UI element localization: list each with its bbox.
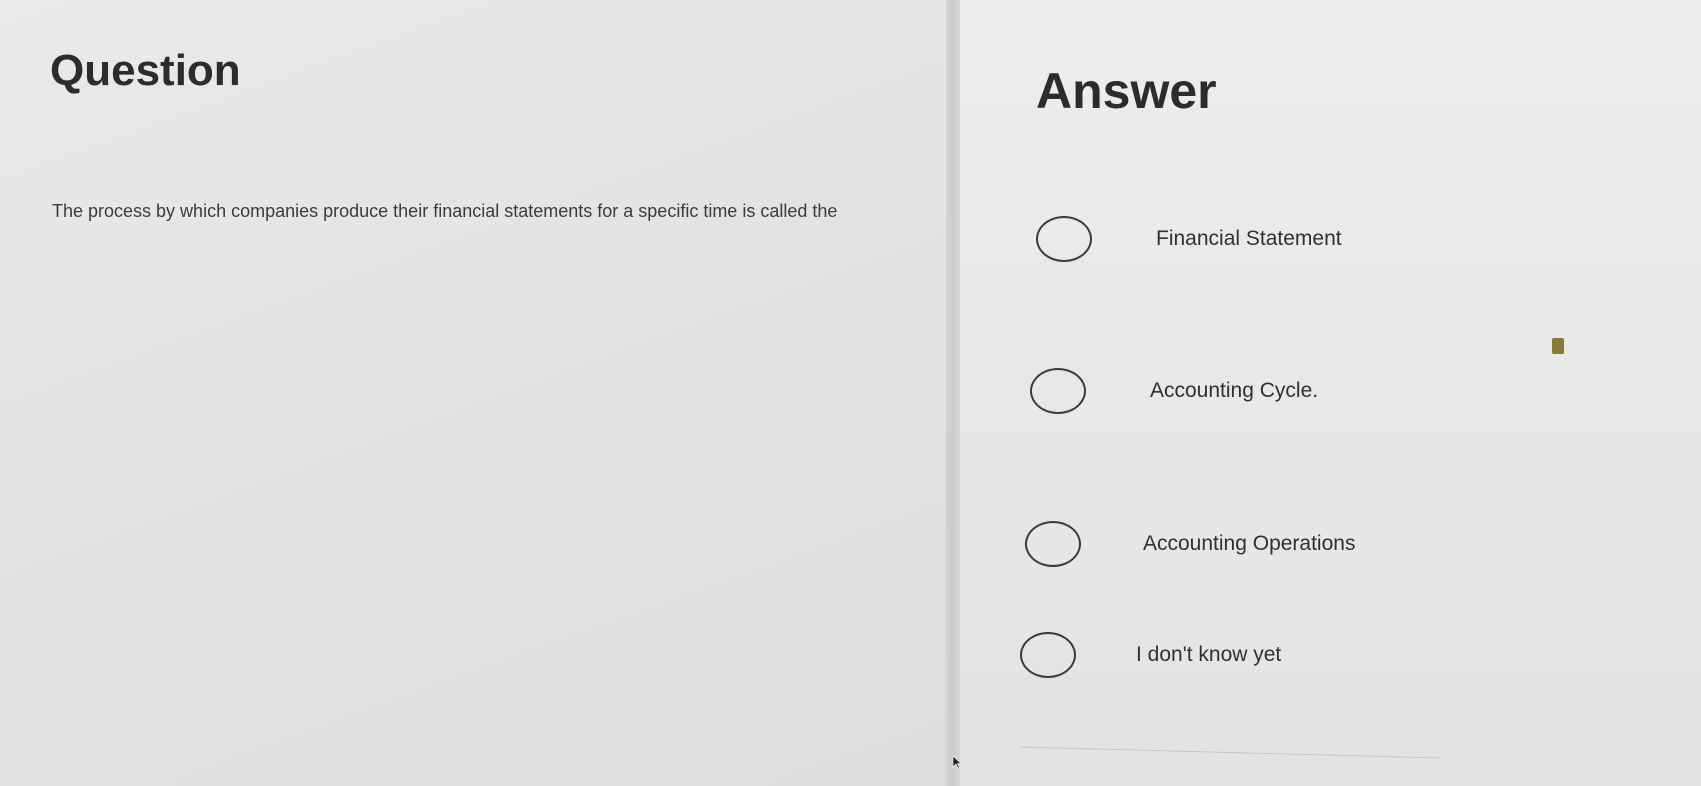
answer-option-accounting-operations[interactable]: Accounting Operations — [1025, 521, 1355, 567]
radio-circle-icon[interactable] — [1036, 216, 1092, 262]
answer-option-label: I don't know yet — [1136, 643, 1282, 666]
answer-option-label: Accounting Operations — [1143, 532, 1356, 555]
answer-option-label: Accounting Cycle. — [1150, 379, 1319, 402]
question-text: The process by which companies produce t… — [52, 201, 838, 221]
question-pane — [0, 0, 948, 786]
radio-circle-icon[interactable] — [1030, 368, 1086, 414]
pane-divider — [946, 0, 960, 786]
answer-option-dont-know[interactable]: I don't know yet — [1020, 632, 1281, 678]
answer-option-accounting-cycle[interactable]: Accounting Cycle. — [1030, 368, 1318, 414]
mouse-cursor-icon — [952, 756, 962, 768]
answer-option-financial-statement[interactable]: Financial Statement — [1036, 216, 1342, 262]
radio-circle-icon[interactable] — [1020, 632, 1076, 678]
radio-circle-icon[interactable] — [1025, 521, 1081, 567]
question-heading: Question — [50, 46, 241, 95]
answer-heading: Answer — [1036, 63, 1217, 119]
answer-option-label: Financial Statement — [1156, 227, 1342, 250]
sticky-note-marker — [1552, 338, 1564, 354]
